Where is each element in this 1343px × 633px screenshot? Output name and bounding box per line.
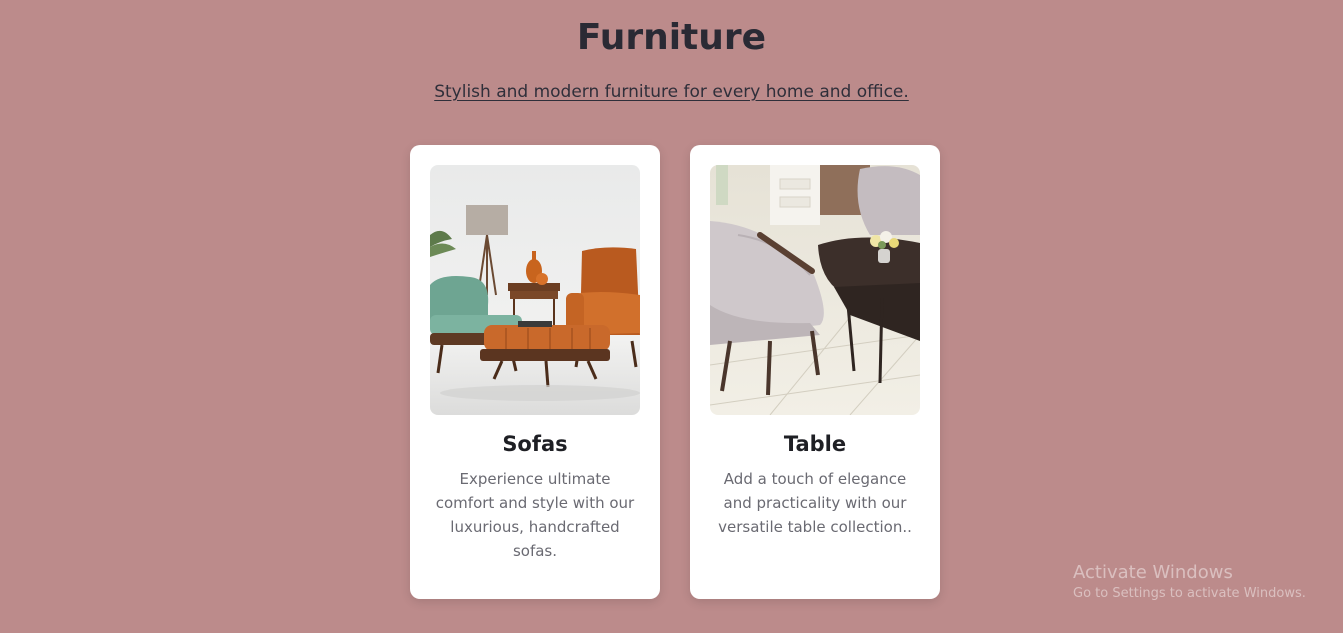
card-description-table: Add a touch of elegance and practicality… — [718, 470, 912, 536]
dining-table-photo — [710, 165, 920, 415]
page-title: Furniture — [576, 17, 767, 58]
dining-table-image — [710, 165, 920, 415]
product-card-table[interactable]: Table Add a touch of elegance and practi… — [690, 145, 940, 599]
card-title-table: Table — [783, 432, 847, 456]
card-description-sofas: Experience ultimate comfort and style wi… — [435, 470, 635, 560]
page-subtitle-link[interactable]: Stylish and modern furniture for every h… — [0, 80, 1343, 104]
sofa-set-photo — [430, 165, 640, 415]
watermark-subtitle: Go to Settings to activate Windows. — [1073, 586, 1306, 601]
windows-activation-watermark: Activate Windows Go to Settings to activ… — [1073, 562, 1306, 604]
watermark-title: Activate Windows — [1073, 562, 1233, 583]
product-card-sofas[interactable]: Sofas Experience ultimate comfort and st… — [410, 145, 660, 599]
card-title-sofas: Sofas — [502, 432, 568, 456]
sofa-set-image — [430, 165, 640, 415]
